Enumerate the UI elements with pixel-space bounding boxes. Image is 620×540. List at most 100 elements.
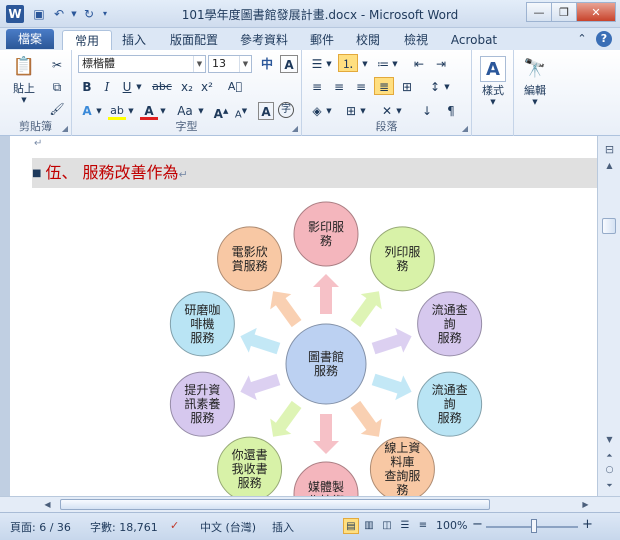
scroll-left-icon[interactable]: ◀ xyxy=(40,497,55,512)
subscript-icon[interactable]: x₂ xyxy=(178,78,196,96)
window-controls: — ❐ ✕ xyxy=(526,2,616,22)
diagram-node-text: 啡機 xyxy=(190,316,214,331)
cut-icon[interactable]: ✂ xyxy=(48,56,66,74)
service-diagram[interactable]: 圖書館服務影印服務列印服務流通查詢服務流通查詢服務線上資料庫查詢服務媒體製作技術… xyxy=(10,136,597,496)
page-count[interactable]: 頁面: 6 / 36 xyxy=(10,519,71,535)
paragraph-launcher-icon[interactable]: ◢ xyxy=(462,124,468,133)
next-page-icon[interactable]: ⏷ xyxy=(602,478,617,493)
proofing-icon[interactable]: ✓ xyxy=(170,519,179,532)
diagram-node-text: 你還書 xyxy=(232,448,268,462)
clipboard-launcher-icon[interactable]: ◢ xyxy=(62,124,68,133)
align-center-icon[interactable]: ≡ xyxy=(330,78,348,96)
font-launcher-icon[interactable]: ◢ xyxy=(292,124,298,133)
diagram-arrow xyxy=(371,373,412,401)
scroll-right-icon[interactable]: ▶ xyxy=(578,497,593,512)
format-painter-icon[interactable]: 🖌 xyxy=(48,100,66,118)
undo-dropdown-icon[interactable]: ▼ xyxy=(70,5,78,23)
clear-formatting-icon[interactable]: A⃫ xyxy=(226,78,244,96)
copy-icon[interactable]: ⧉ xyxy=(48,78,66,96)
zoom-slider-thumb[interactable] xyxy=(531,519,537,533)
zoom-level[interactable]: 100% xyxy=(436,519,467,532)
styles-button[interactable]: A 樣式 ▼ xyxy=(475,56,511,106)
customize-qat-icon[interactable]: ▾ xyxy=(100,5,110,23)
bold-icon[interactable]: B xyxy=(78,78,96,96)
browse-object-icon[interactable]: ○ xyxy=(602,463,617,478)
clipboard-group: 📋 貼上 ▼ ✂ ⧉ 🖌 剪貼簿 ◢ xyxy=(0,50,72,136)
underline-dropdown-icon[interactable]: ▼ xyxy=(134,78,144,96)
draft-view-icon[interactable]: ≡ xyxy=(415,518,431,534)
diagram-node-text: 查詢服 xyxy=(384,468,420,483)
full-screen-reading-icon[interactable]: ▥ xyxy=(361,518,377,534)
diagram-arrow xyxy=(313,414,339,454)
numbering-dropdown-icon[interactable]: ▼ xyxy=(360,55,370,73)
diagram-node-text: 流通查 xyxy=(432,303,468,317)
bullets-dropdown-icon[interactable]: ▼ xyxy=(324,55,334,73)
save-icon[interactable]: ▣ xyxy=(30,5,48,23)
previous-page-icon[interactable]: ⏶ xyxy=(602,448,617,463)
font-name-combo[interactable]: 標楷體 ▼ xyxy=(78,55,206,73)
decrease-indent-icon[interactable]: ⇤ xyxy=(410,55,428,73)
enclose-characters-icon[interactable]: 字 xyxy=(278,102,294,118)
insert-mode-indicator[interactable]: 插入 xyxy=(272,519,294,535)
diagram-node-text: 媒體製 xyxy=(308,480,344,494)
vertical-scrollbar[interactable]: ⊟ ▲ ▼ ⏶ ○ ⏷ xyxy=(597,136,620,496)
strikethrough-icon[interactable]: abc xyxy=(150,78,174,96)
undo-icon[interactable]: ↶ xyxy=(50,5,68,23)
restore-button[interactable]: ❐ xyxy=(551,2,577,22)
tab-page-layout[interactable]: 版面配置 xyxy=(164,30,224,50)
word-app-icon[interactable]: W xyxy=(6,5,24,23)
scroll-up-icon[interactable]: ▲ xyxy=(602,158,617,173)
tab-home[interactable]: 常用 xyxy=(62,30,112,50)
font-name-value: 標楷體 xyxy=(82,57,115,70)
tab-mailings[interactable]: 郵件 xyxy=(304,30,340,50)
web-layout-icon[interactable]: ◫ xyxy=(379,518,395,534)
tab-view[interactable]: 檢視 xyxy=(398,30,434,50)
justify-icon[interactable]: ≣ xyxy=(374,77,394,95)
line-spacing-dropdown-icon[interactable]: ▼ xyxy=(442,78,452,96)
quick-access-toolbar: ▣ ↶ ▼ ↻ ▾ xyxy=(30,5,110,23)
scroll-down-icon[interactable]: ▼ xyxy=(602,432,617,447)
numbering-icon[interactable]: ⒈ xyxy=(338,54,358,72)
distributed-icon[interactable]: ⊞ xyxy=(398,78,416,96)
align-left-icon[interactable]: ≡ xyxy=(308,78,326,96)
styles-group: A 樣式 ▼ xyxy=(472,50,514,136)
align-right-icon[interactable]: ≡ xyxy=(352,78,370,96)
vertical-scroll-thumb[interactable] xyxy=(602,218,616,234)
diagram-node-text: 服務 xyxy=(190,331,214,345)
tab-review[interactable]: 校閱 xyxy=(350,30,386,50)
font-size-dropdown-icon[interactable]: ▼ xyxy=(239,56,251,72)
paste-button[interactable]: 📋 貼上 ▼ xyxy=(6,54,42,104)
italic-icon[interactable]: I xyxy=(98,78,116,96)
font-size-combo[interactable]: 13 ▼ xyxy=(208,55,252,73)
minimize-button[interactable]: — xyxy=(526,2,552,22)
word-count[interactable]: 字數: 18,761 xyxy=(90,519,158,535)
redo-icon[interactable]: ↻ xyxy=(80,5,98,23)
font-name-dropdown-icon[interactable]: ▼ xyxy=(193,56,205,72)
phonetic-guide-icon[interactable]: 中 xyxy=(258,55,276,73)
editing-button[interactable]: 🔭 編輯 ▼ xyxy=(517,56,553,106)
close-button[interactable]: ✕ xyxy=(576,2,616,22)
horizontal-scroll-thumb[interactable] xyxy=(60,499,490,510)
help-icon[interactable]: ? xyxy=(596,31,612,47)
multilevel-list-dropdown-icon[interactable]: ▼ xyxy=(390,55,400,73)
minimize-ribbon-icon[interactable]: ⌃ xyxy=(574,31,590,47)
zoom-out-button[interactable]: − xyxy=(472,517,483,532)
clipboard-group-label: 剪貼簿 xyxy=(19,120,52,133)
tab-references[interactable]: 參考資料 xyxy=(234,30,294,50)
print-layout-view-icon[interactable]: ▤ xyxy=(343,518,359,534)
character-border-icon[interactable]: A xyxy=(280,55,298,73)
diagram-arrow-shape xyxy=(270,400,302,437)
tab-file[interactable]: 檔案 xyxy=(6,29,54,49)
superscript-icon[interactable]: x² xyxy=(198,78,216,96)
document-page[interactable]: ↵ ■ 伍、 服務改善作為↵ 圖書館 服務 影印服務列印服務流通查詢服務 流通查詢服務線… xyxy=(10,136,597,496)
increase-indent-icon[interactable]: ⇥ xyxy=(432,55,450,73)
tab-insert[interactable]: 插入 xyxy=(114,30,154,50)
tab-acrobat[interactable]: Acrobat xyxy=(446,30,502,50)
diagram-arrow-shape xyxy=(313,414,339,454)
outline-view-icon[interactable]: ☰ xyxy=(397,518,413,534)
horizontal-scrollbar[interactable]: ◀ ▶ xyxy=(0,496,620,512)
zoom-in-button[interactable]: + xyxy=(582,517,593,532)
language-indicator[interactable]: 中文 (台灣) xyxy=(200,519,256,535)
diagram-arrow xyxy=(240,373,281,401)
ruler-toggle-icon[interactable]: ⊟ xyxy=(602,142,617,157)
